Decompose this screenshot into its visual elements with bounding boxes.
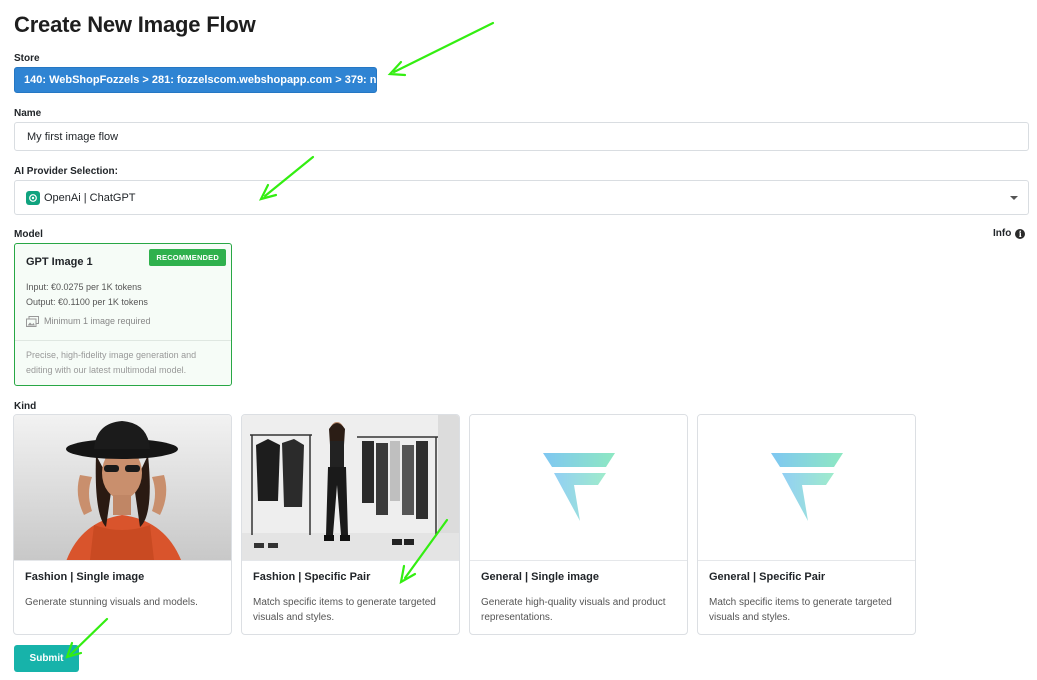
output-price: Output: €0.1100 per 1K tokens — [26, 297, 148, 307]
model-card-gpt-image-1[interactable]: GPT Image 1 RECOMMENDED Input: €0.0275 p… — [14, 243, 232, 386]
model-description: Precise, high-fidelity image generation … — [26, 350, 197, 375]
divider — [14, 560, 231, 561]
kind-description: Generate stunning visuals and models. — [25, 597, 198, 608]
brand-logo-icon — [698, 415, 915, 560]
fashion-model-photo — [14, 415, 231, 560]
info-label: Info — [993, 228, 1012, 239]
annotation-arrowhead — [387, 60, 407, 77]
kind-title: General | Specific Pair — [709, 571, 826, 583]
kind-title: Fashion | Single image — [25, 571, 145, 583]
kind-title: Fashion | Specific Pair — [253, 571, 371, 583]
kind-card-general-pair[interactable]: General | Specific Pair Match specific i… — [697, 414, 916, 635]
divider — [242, 560, 459, 561]
store-value: 140: WebShopFozzels > 281: fozzelscom.we… — [24, 74, 377, 86]
kind-description: Generate high-quality visuals and produc… — [481, 597, 666, 623]
ai-provider-label: AI Provider Selection: — [14, 166, 118, 177]
ai-provider-value: OpenAi | ChatGPT — [44, 191, 136, 204]
page-title: Create New Image Flow — [14, 12, 256, 37]
recommended-badge: RECOMMENDED — [149, 249, 226, 266]
kind-card-fashion-single[interactable]: Fashion | Single image Generate stunning… — [13, 414, 232, 635]
kind-card-fashion-pair[interactable]: Fashion | Specific Pair Match specific i… — [241, 414, 460, 635]
kind-label: Kind — [14, 401, 37, 412]
submit-button[interactable]: Submit — [14, 645, 79, 672]
divider — [698, 560, 915, 561]
model-label: Model — [14, 229, 43, 240]
store-dropdown-button[interactable]: 140: WebShopFozzels > 281: fozzelscom.we… — [14, 67, 377, 93]
input-price: Input: €0.0275 per 1K tokens — [26, 282, 142, 292]
name-label: Name — [14, 108, 42, 119]
brand-logo-icon — [470, 415, 687, 560]
caret-down-icon — [1010, 196, 1018, 200]
kind-description: Match specific items to generate targete… — [709, 597, 892, 623]
openai-icon — [26, 190, 40, 205]
name-input[interactable] — [14, 122, 1029, 151]
divider — [15, 340, 231, 341]
kind-card-general-single[interactable]: General | Single image Generate high-qua… — [469, 414, 688, 635]
annotation-arrow — [392, 21, 495, 74]
minimum-images-text: Minimum 1 image required — [44, 316, 151, 326]
divider — [470, 560, 687, 561]
store-label: Store — [14, 53, 40, 64]
ai-provider-select[interactable]: OpenAi | ChatGPT — [14, 180, 1029, 215]
info-link[interactable]: Info i — [993, 228, 1026, 239]
model-name: GPT Image 1 — [26, 256, 93, 268]
info-icon: i — [1015, 228, 1026, 239]
minimum-images-row: Minimum 1 image required — [26, 316, 151, 327]
kind-description: Match specific items to generate targete… — [253, 597, 436, 623]
fashion-rack-photo — [242, 415, 459, 560]
kind-title: General | Single image — [481, 571, 600, 583]
images-icon — [26, 316, 39, 327]
